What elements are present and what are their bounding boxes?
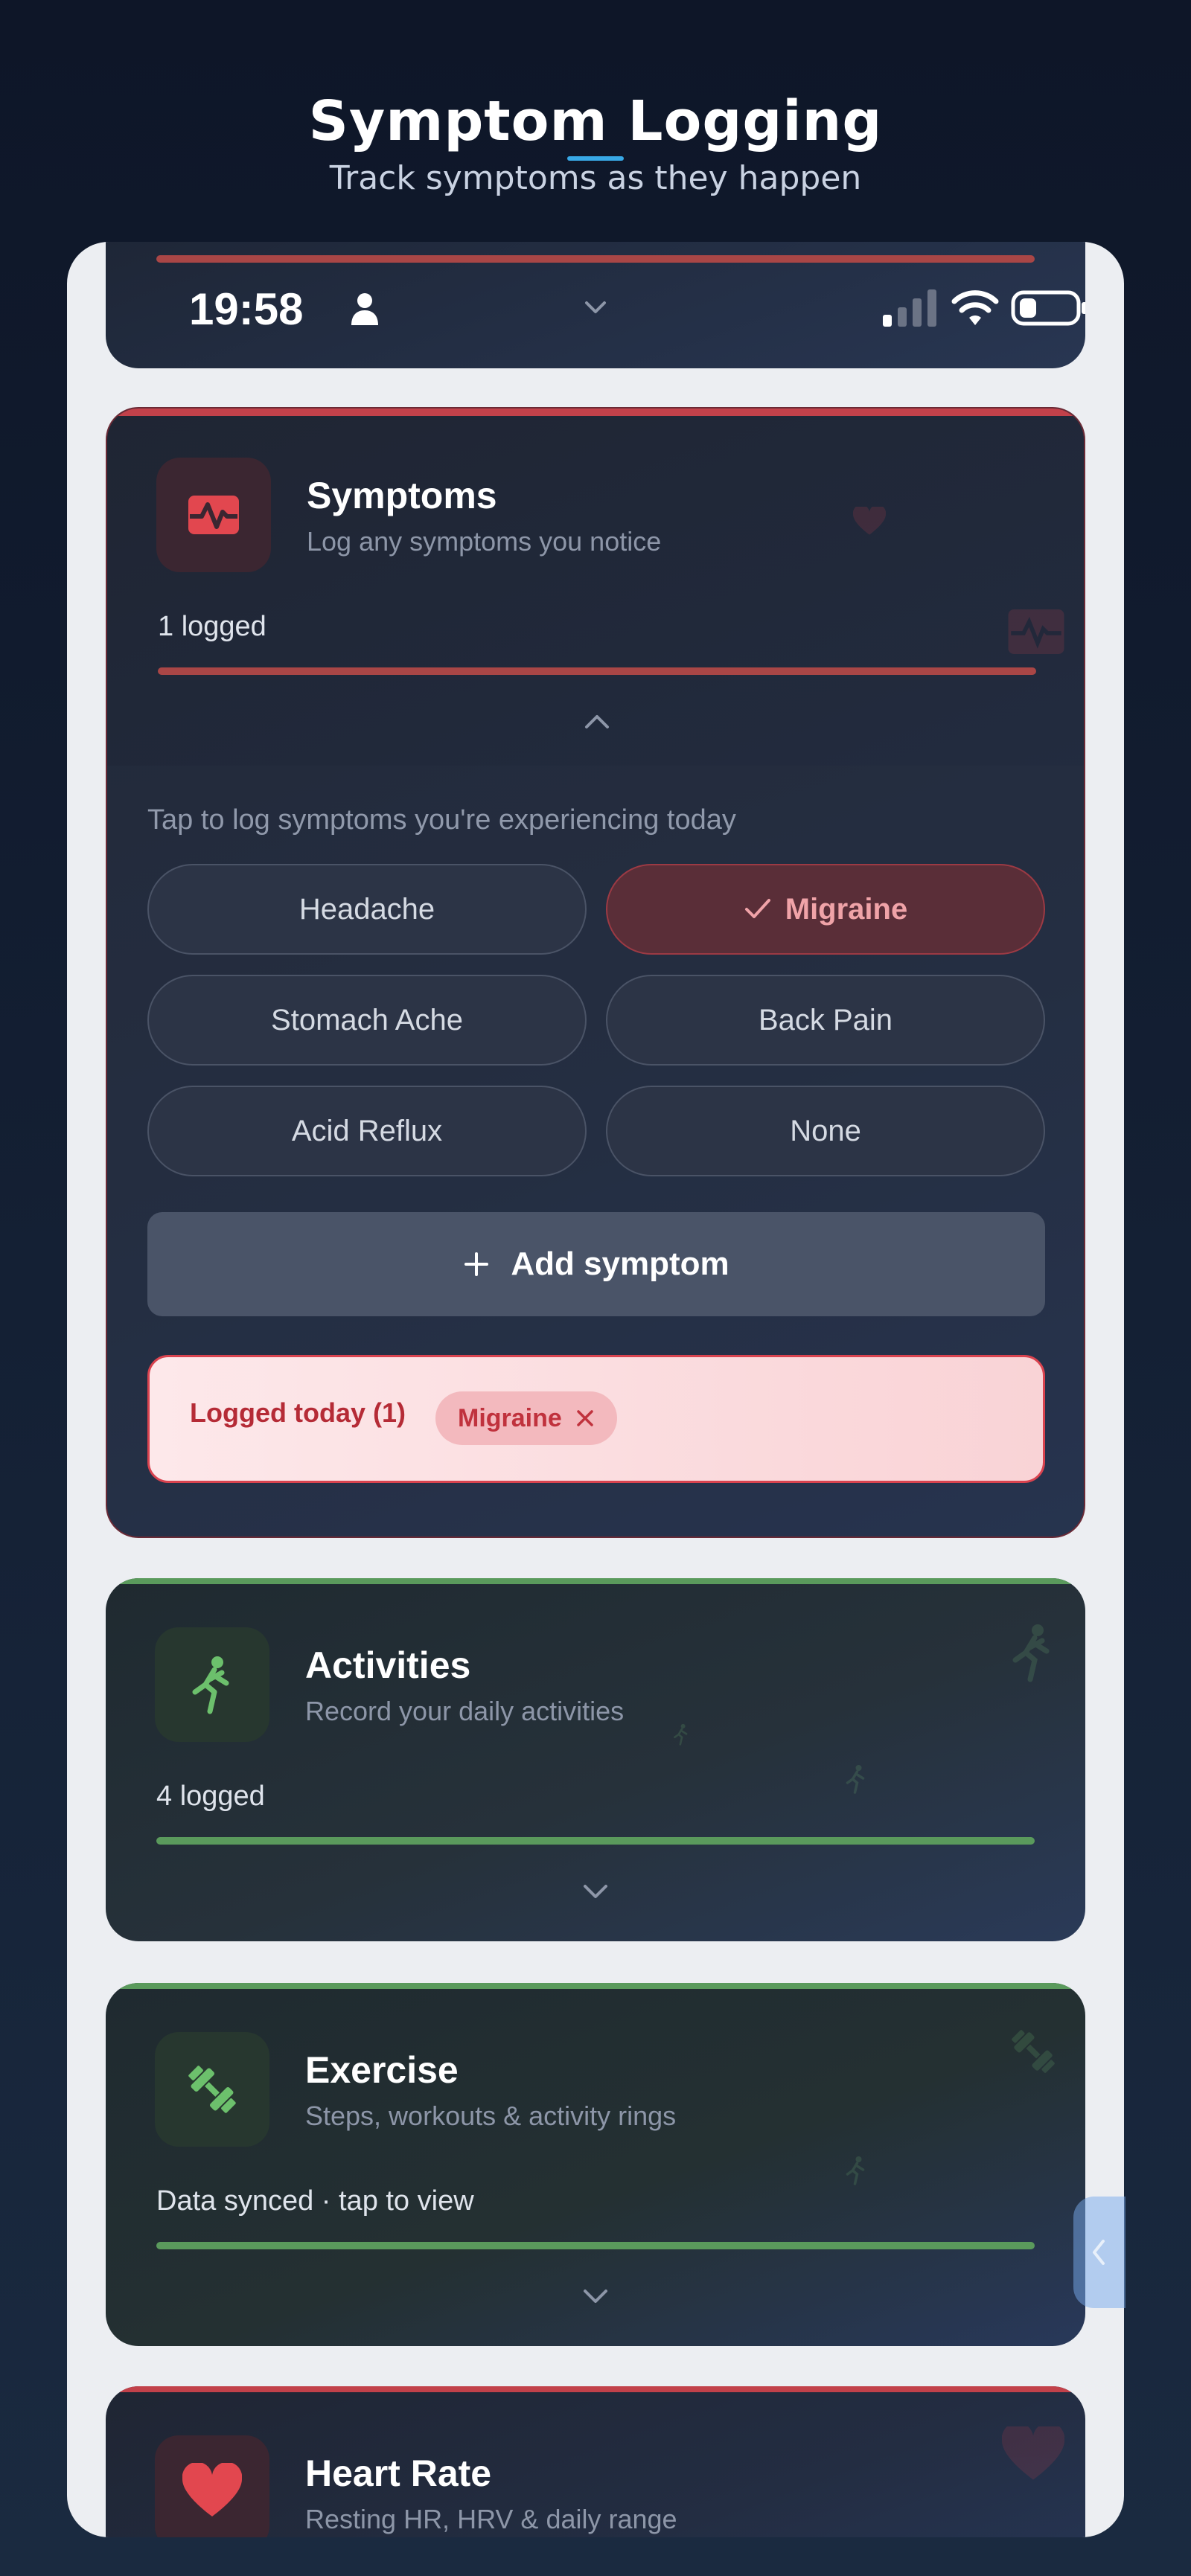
chip-label: Back Pain: [758, 1003, 893, 1037]
heart-rate-subtitle: Resting HR, HRV & daily range: [305, 2504, 677, 2534]
exercise-progress-bar: [156, 2242, 1035, 2249]
chip-label: None: [790, 1114, 861, 1147]
dumbbell-icon: [1012, 2030, 1055, 2073]
dumbbell-icon: [188, 2066, 236, 2113]
symptom-chip-migraine[interactable]: Migraine: [606, 864, 1045, 955]
chevron-down-icon[interactable]: [579, 1879, 612, 1903]
card-accent-line: [106, 1578, 1085, 1584]
activities-title: Activities: [305, 1644, 471, 1686]
heart-icon: [182, 2463, 242, 2516]
symptom-chip-acid-reflux[interactable]: Acid Reflux: [147, 1086, 587, 1176]
logged-today-panel: Logged today (1) Migraine: [147, 1355, 1045, 1483]
symptoms-title: Symptoms: [307, 475, 497, 516]
page-subtitle: Track symptoms as they happen: [329, 159, 862, 197]
heart-pulse-icon: [1008, 609, 1064, 654]
check-icon: [744, 899, 770, 918]
logged-today-label: Logged today (1): [190, 1397, 406, 1428]
status-time: 19:58: [189, 284, 304, 334]
heart-icon: [853, 507, 886, 535]
side-drawer-handle[interactable]: [1073, 2197, 1125, 2308]
symptoms-card: Symptoms Log any symptoms you notice 1 l…: [106, 407, 1085, 1538]
exercise-subtitle: Steps, workouts & activity rings: [305, 2101, 677, 2131]
exercise-card[interactable]: Exercise Steps, workouts & activity ring…: [106, 1983, 1085, 2346]
cellular-signal-icon: [883, 289, 936, 327]
symptom-chip-headache[interactable]: Headache: [147, 864, 587, 955]
symptom-chip-stomach-ache[interactable]: Stomach Ache: [147, 975, 587, 1066]
card-accent-line: [106, 1983, 1085, 1989]
chevron-down-icon[interactable]: [579, 2284, 612, 2307]
symptom-chip-back-pain[interactable]: Back Pain: [606, 975, 1045, 1066]
add-symptom-label: Add symptom: [511, 1246, 729, 1282]
person-icon: [351, 293, 378, 325]
running-person-icon: [846, 1765, 865, 1794]
page-title: Symptom Logging: [308, 89, 883, 153]
symptoms-count: 1 logged: [158, 611, 266, 642]
heart-pulse-icon: [188, 496, 239, 534]
exercise-status: Data synced · tap to view: [156, 2185, 474, 2217]
chip-label: Migraine: [785, 892, 908, 926]
phone-frame: 19:58 Symptoms Log any symptoms you noti…: [67, 242, 1124, 2537]
symptoms-icon-box: [156, 458, 271, 572]
activities-count: 4 logged: [156, 1781, 265, 1812]
running-person-icon: [846, 2156, 865, 2185]
battery-icon: [1011, 290, 1085, 326]
heart-rate-card[interactable]: Heart Rate Resting HR, HRV & daily range: [106, 2386, 1085, 2537]
symptoms-subtitle: Log any symptoms you notice: [307, 526, 662, 557]
add-symptom-button[interactable]: Add symptom: [147, 1212, 1045, 1316]
exercise-icon-box: [155, 2032, 269, 2147]
chip-label: Acid Reflux: [291, 1114, 443, 1147]
logged-tag-label: Migraine: [458, 1403, 562, 1432]
card-accent-line: [107, 408, 1084, 416]
activities-icon-box: [155, 1627, 269, 1742]
symptoms-progress-bar: [158, 667, 1036, 675]
wifi-icon: [951, 290, 999, 325]
running-person-icon: [674, 1723, 688, 1746]
plus-icon: [464, 1252, 489, 1276]
chip-label: Stomach Ache: [271, 1003, 463, 1037]
close-icon[interactable]: [575, 1409, 595, 1428]
activities-subtitle: Record your daily activities: [305, 1696, 625, 1726]
chevron-down-icon[interactable]: [582, 297, 609, 319]
logged-symptom-tag[interactable]: Migraine: [435, 1391, 617, 1445]
activities-progress-bar: [156, 1837, 1035, 1845]
chevron-left-icon: [1093, 2240, 1105, 2265]
title-accent: [567, 156, 624, 161]
chevron-up-icon[interactable]: [581, 709, 613, 733]
heart-icon: [1002, 2426, 1064, 2480]
exercise-title: Exercise: [305, 2049, 459, 2091]
chip-label: Headache: [298, 892, 435, 926]
symptom-chip-none[interactable]: None: [606, 1086, 1045, 1176]
symptoms-hint: Tap to log symptoms you're experiencing …: [147, 804, 736, 836]
status-bar: 19:58: [106, 242, 1085, 368]
symptoms-expanded-panel: Tap to log symptoms you're experiencing …: [107, 766, 1084, 1537]
card-accent-line: [106, 2386, 1085, 2392]
running-person-icon: [1012, 1624, 1050, 1682]
running-person-icon: [192, 1656, 229, 1714]
activities-card[interactable]: Activities Record your daily activities …: [106, 1578, 1085, 1941]
heart-rate-icon-box: [155, 2435, 269, 2537]
heart-rate-title: Heart Rate: [305, 2452, 492, 2494]
page-header: Symptom Logging Track symptoms as they h…: [0, 89, 1191, 197]
status-accent-line: [156, 255, 1035, 263]
